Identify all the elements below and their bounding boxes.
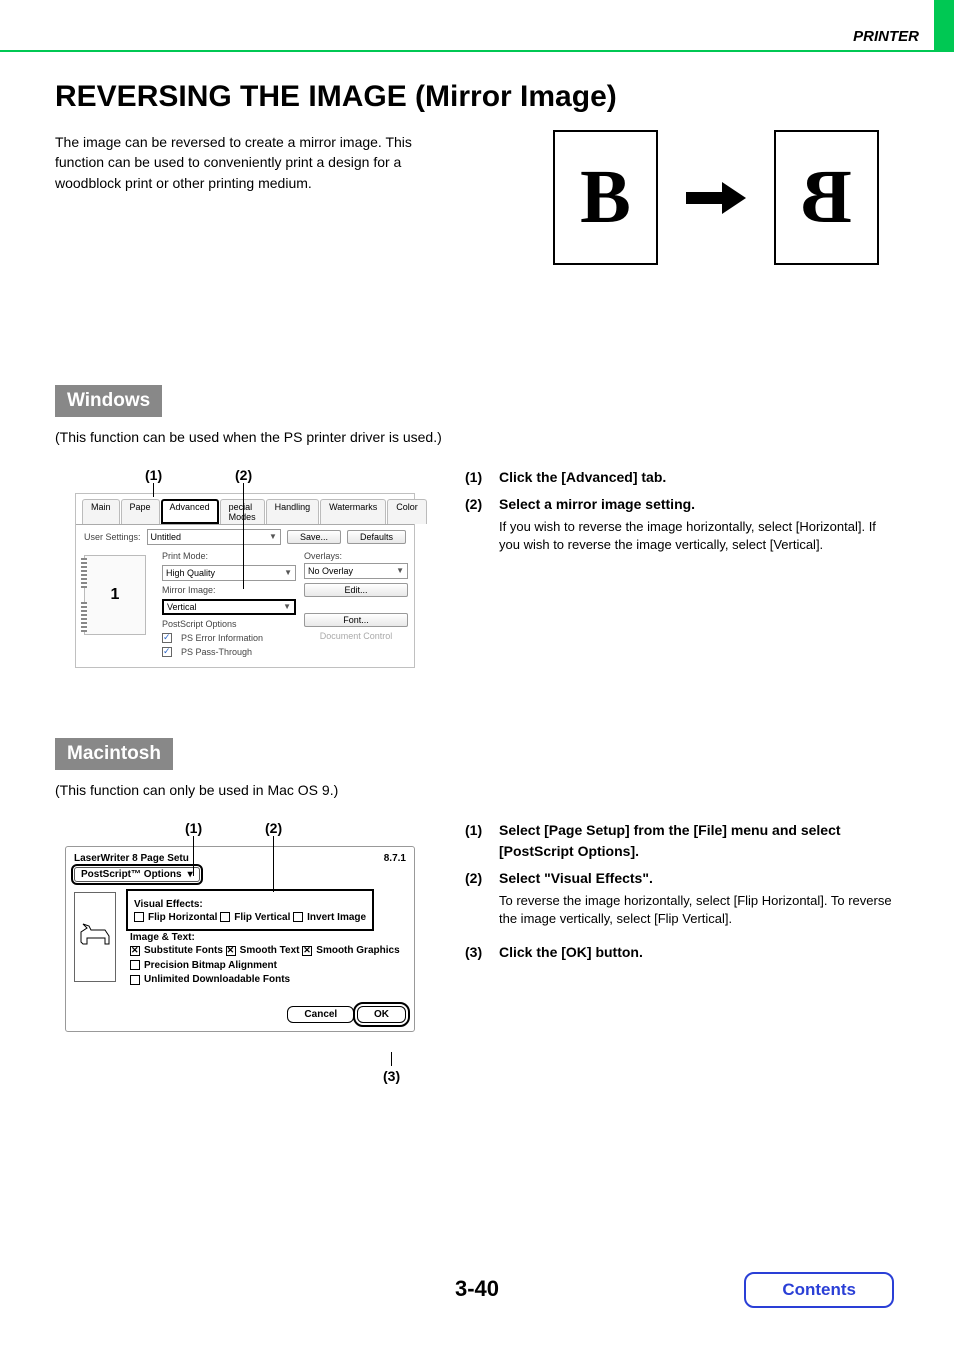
smooth-graphics-checkbox[interactable]	[302, 946, 312, 956]
step-title: Select [Page Setup] from the [File] menu…	[499, 820, 899, 862]
step-title: Click the [Advanced] tab.	[499, 467, 666, 488]
mac-screenshot: (1) (2) LaserWriter 8 Page Setu 8.7.1 Po…	[55, 820, 425, 1032]
ok-button[interactable]: OK	[357, 1006, 406, 1023]
step-desc: To reverse the image horizontally, selec…	[499, 892, 899, 928]
user-settings-dropdown[interactable]: Untitled▼	[147, 529, 281, 545]
tab-watermarks[interactable]: Watermarks	[320, 499, 386, 524]
mac-callout-1: (1)	[185, 820, 202, 836]
tab-paper[interactable]: Pape	[121, 499, 160, 524]
flip-horizontal-checkbox[interactable]	[134, 912, 144, 922]
tab-main[interactable]: Main	[82, 499, 120, 524]
print-mode-label: Print Mode:	[162, 551, 296, 561]
mac-steps: (1) Select [Page Setup] from the [File] …	[465, 820, 899, 969]
step-title: Select "Visual Effects".	[499, 868, 899, 889]
font-button[interactable]: Font...	[304, 613, 408, 627]
step-title: Select a mirror image setting.	[499, 494, 899, 515]
document-control-label: Document Control	[304, 631, 408, 641]
ps-options-group: PostScript Options	[162, 619, 296, 629]
mac-dialog: LaserWriter 8 Page Setu 8.7.1 PostScript…	[65, 846, 415, 1032]
step-num: (1)	[465, 820, 499, 862]
cancel-button[interactable]: Cancel	[287, 1006, 354, 1023]
smooth-text-checkbox[interactable]	[226, 946, 236, 956]
tab-advanced[interactable]: Advanced	[161, 499, 219, 524]
header-accent-bar	[934, 0, 954, 52]
arrow-icon	[686, 178, 746, 218]
mac-heading: Macintosh	[55, 738, 173, 770]
mirror-image-label: Mirror Image:	[162, 585, 296, 595]
save-button[interactable]: Save...	[287, 530, 341, 544]
tab-job[interactable]: Handling	[266, 499, 320, 524]
visual-effects-group: Visual Effects: Flip Horizontal Flip Ver…	[130, 893, 370, 928]
defaults-button[interactable]: Defaults	[347, 530, 406, 544]
ps-pass-checkbox[interactable]	[162, 647, 172, 657]
windows-steps: (1) Click the [Advanced] tab. (2) Select…	[465, 467, 899, 568]
overlays-dropdown[interactable]: No Overlay▼	[304, 563, 408, 579]
step-title: Click the [OK] button.	[499, 942, 643, 963]
edit-button[interactable]: Edit...	[304, 583, 408, 597]
postscript-options-select[interactable]: PostScript™ Options▾	[74, 867, 200, 882]
invert-image-checkbox[interactable]	[293, 912, 303, 922]
mac-callout-3: (3)	[383, 1068, 400, 1084]
windows-note: (This function can be used when the PS p…	[55, 429, 899, 445]
intro-text: The image can be reversed to create a mi…	[55, 132, 455, 193]
flip-vertical-checkbox[interactable]	[220, 912, 230, 922]
step-num: (3)	[465, 942, 499, 963]
mirror-image-dropdown[interactable]: Vertical▼	[162, 599, 296, 615]
step-desc: If you wish to reverse the image horizon…	[499, 518, 899, 554]
mac-dialog-version: 8.7.1	[384, 853, 406, 864]
mirror-diagram: B B	[553, 130, 879, 265]
header-rule	[0, 50, 934, 52]
breadcrumb: PRINTER	[853, 28, 919, 45]
diagram-letter-mirrored: B	[774, 130, 879, 265]
mac-callout-2: (2)	[265, 820, 282, 836]
page-title: REVERSING THE IMAGE (Mirror Image)	[55, 80, 899, 114]
windows-dialog: Main Pape Advanced pecial Modes Handling…	[75, 493, 415, 668]
step-num: (2)	[465, 494, 499, 562]
ps-error-checkbox[interactable]	[162, 633, 172, 643]
callout-2: (2)	[235, 467, 252, 483]
substitute-fonts-checkbox[interactable]	[130, 946, 140, 956]
user-settings-label: User Settings:	[84, 532, 141, 542]
dog-icon	[75, 922, 115, 952]
tab-color[interactable]: Color	[387, 499, 427, 524]
preview-thumbnail: 1	[84, 555, 146, 635]
contents-button[interactable]: Contents	[744, 1272, 894, 1308]
windows-heading: Windows	[55, 385, 162, 417]
mac-preview-thumbnail	[74, 892, 116, 982]
callout-1: (1)	[145, 467, 162, 483]
step-num: (1)	[465, 467, 499, 488]
mac-note: (This function can only be used in Mac O…	[55, 782, 899, 798]
image-text-group: Image & Text:	[130, 932, 406, 943]
page-number: 3-40	[455, 1276, 499, 1302]
mac-dialog-title: LaserWriter 8 Page Setu	[74, 853, 189, 864]
windows-screenshot: (1) (2) Main Pape Advanced pecial Modes …	[55, 467, 425, 668]
precision-bitmap-checkbox[interactable]	[130, 960, 140, 970]
step-num: (2)	[465, 868, 499, 936]
diagram-letter-original: B	[553, 130, 658, 265]
overlays-label: Overlays:	[304, 551, 408, 561]
unlimited-fonts-checkbox[interactable]	[130, 975, 140, 985]
print-mode-dropdown[interactable]: High Quality▼	[162, 565, 296, 581]
tab-bar: Main Pape Advanced pecial Modes Handling…	[76, 494, 414, 525]
